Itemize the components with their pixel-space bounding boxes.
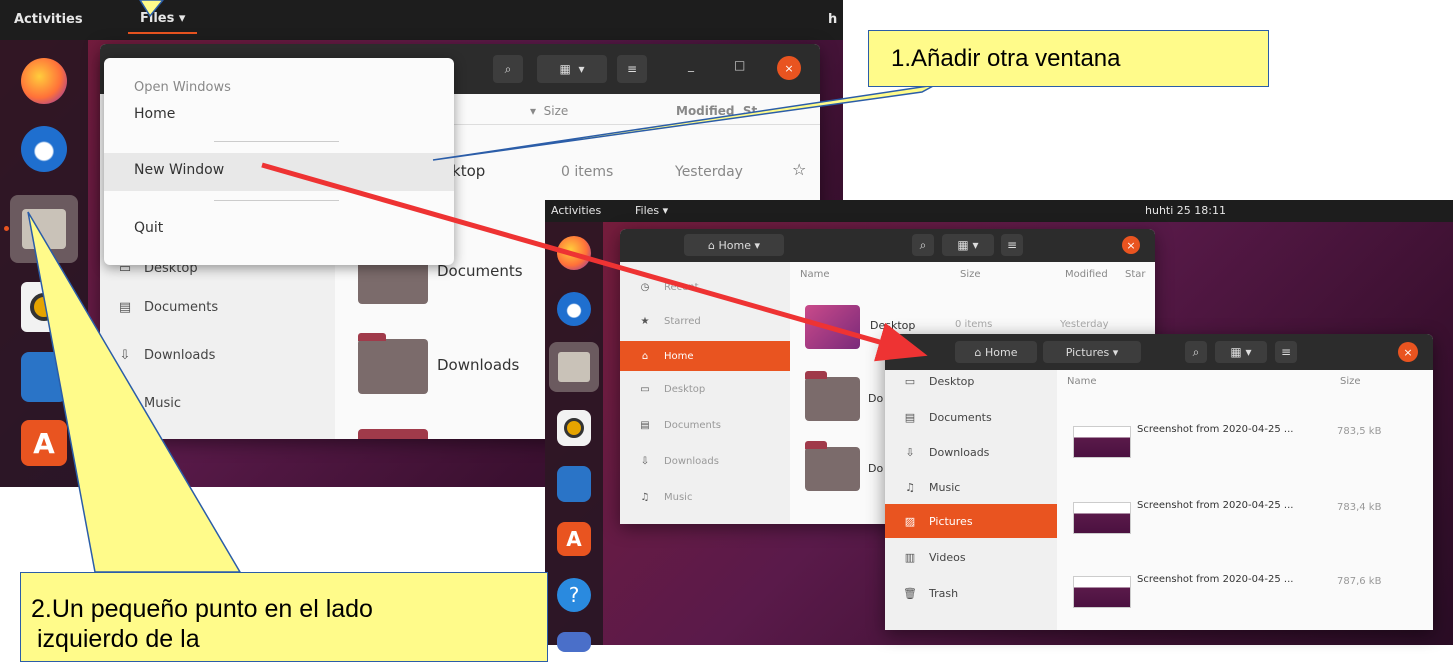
top-callout-pointer: [139, 0, 164, 18]
callout-two-line1: 2.Un pequeño punto en el lado: [31, 595, 373, 623]
callout-two-line2: izquierdo de la: [37, 625, 200, 653]
callout-two: 2.Un pequeño punto en el lado izquierdo …: [20, 572, 548, 662]
callout-two-pointer: [27, 211, 242, 573]
callout-one-text: 1.Añadir otra ventana: [891, 45, 1121, 72]
callout-one-pointer: [432, 84, 936, 161]
annotation-overlay: [27, 0, 936, 573]
red-arrow: [261, 162, 928, 362]
callout-one: 1.Añadir otra ventana: [868, 30, 1269, 87]
